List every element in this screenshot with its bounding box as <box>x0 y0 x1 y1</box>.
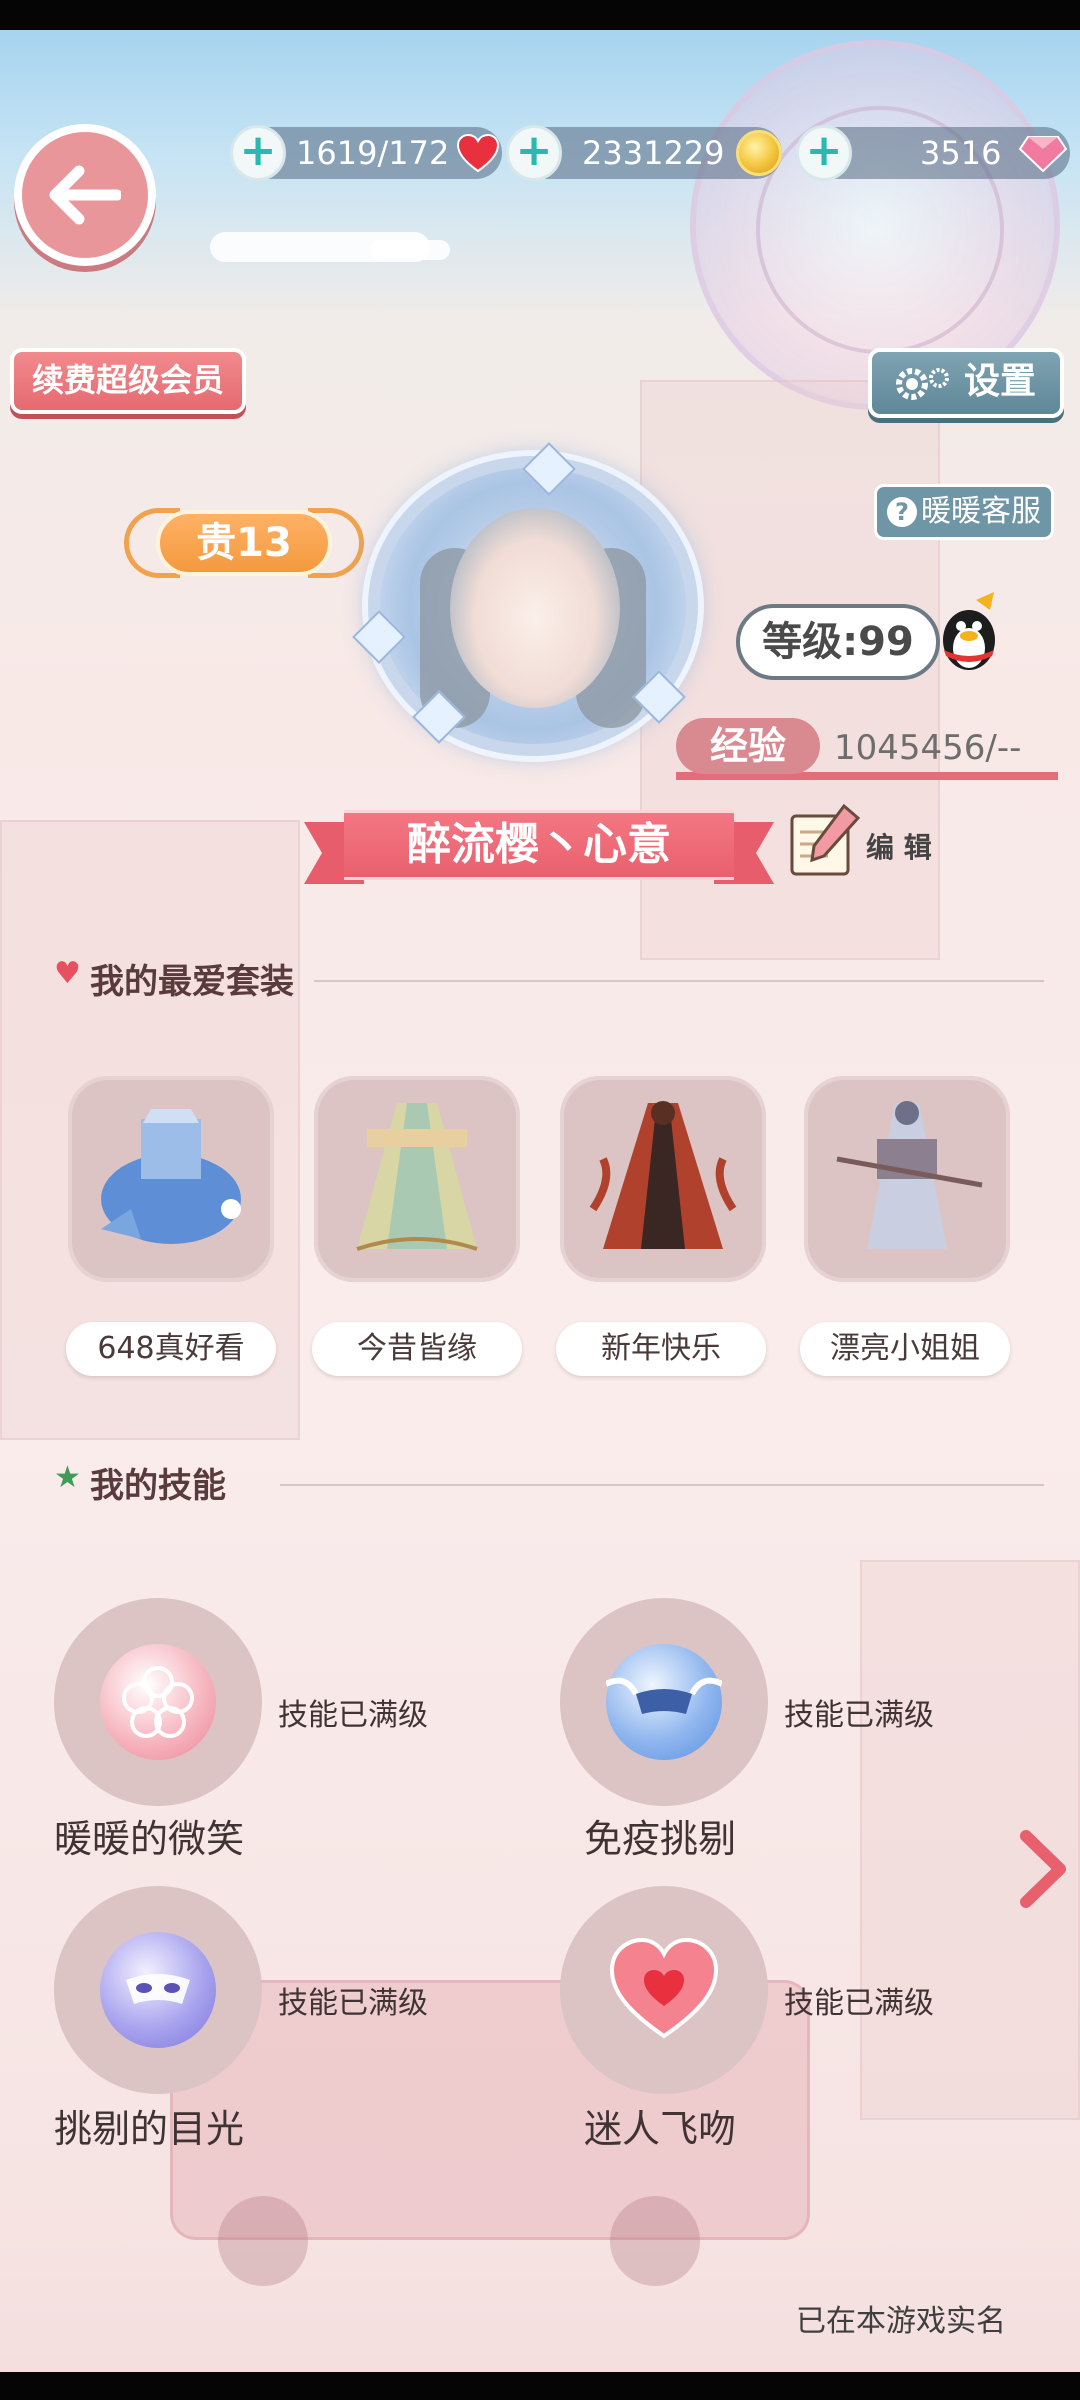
status-bar <box>0 0 1080 30</box>
heart-icon <box>609 1937 719 2039</box>
cherry-blossom-icon <box>100 1644 216 1760</box>
outfit-name-3[interactable]: 新年快乐 <box>556 1322 766 1376</box>
outfit-card-3[interactable] <box>560 1076 766 1282</box>
winged-mask-icon <box>604 1644 724 1760</box>
outfit-name-2[interactable]: 今昔皆缘 <box>312 1322 522 1376</box>
gold-counter: + 2331229 <box>506 125 782 181</box>
skill-name-3: 挑剔的目光 <box>54 2107 245 2151</box>
outfit-preview-icon <box>589 1101 737 1249</box>
flower-icon <box>122 1666 194 1738</box>
realname-verification-note: 已在本游戏实名 <box>796 2304 1006 2339</box>
outfit-card-4[interactable] <box>804 1076 1010 1282</box>
pencil-icon <box>790 803 861 876</box>
coin-icon <box>736 130 782 176</box>
gear-icon <box>896 368 949 400</box>
skill-status-4: 技能已满级 <box>784 1986 934 2021</box>
add-gold-button[interactable]: + <box>506 125 562 181</box>
skill-status-1: 技能已满级 <box>278 1698 428 1733</box>
favorites-title: 我的最爱套装 <box>90 962 294 1002</box>
background-bus-wheel <box>218 2196 308 2286</box>
question-icon: ? <box>887 497 917 527</box>
outfit-card-1[interactable] <box>68 1076 274 1282</box>
experience-value: 1045456/-- <box>834 728 1022 768</box>
outfit-preview-icon <box>101 1109 241 1244</box>
diamond-counter: + 3516 <box>796 125 1070 181</box>
outfit-name-1[interactable]: 648真好看 <box>66 1322 276 1376</box>
mask-icon <box>604 1677 724 1714</box>
vip-level-badge: 贵13 <box>124 500 364 586</box>
background-bus-wheel <box>610 2196 700 2286</box>
avatar-face <box>450 508 620 708</box>
customer-service-button[interactable]: ? 暖暖客服 <box>874 484 1054 540</box>
player-name: 醉流樱丶心意 <box>344 810 734 880</box>
edit-name-button[interactable]: 编 辑 <box>788 802 940 882</box>
outfit-card-2[interactable] <box>314 1076 520 1282</box>
player-level: 等级:99 <box>736 604 940 680</box>
skill-name-2: 免疫挑剔 <box>584 1817 737 1861</box>
star-icon: ★ <box>54 1460 81 1495</box>
chevron-right-icon[interactable] <box>1014 1824 1074 1914</box>
gold-value: 2331229 <box>582 134 725 172</box>
skill-status-2: 技能已满级 <box>784 1698 934 1733</box>
skill-name-1: 暖暖的微笑 <box>54 1817 245 1861</box>
skill-icon-4[interactable] <box>560 1886 768 2094</box>
settings-button[interactable]: 设置 <box>868 348 1064 418</box>
heart-icon <box>456 133 500 173</box>
diamond-value: 3516 <box>920 134 1002 172</box>
skill-icon-1[interactable] <box>54 1598 262 1806</box>
mask-icon <box>126 1974 190 2004</box>
skill-status-3: 技能已满级 <box>278 1986 428 2021</box>
avatar-crystal <box>352 610 406 664</box>
stamina-counter: + 1619/172 <box>230 125 502 181</box>
settings-label: 设置 <box>964 361 1037 402</box>
avatar[interactable] <box>352 442 698 756</box>
skill-name-4: 迷人飞吻 <box>584 2107 737 2151</box>
mask-eye-icon <box>100 1932 216 2048</box>
outfit-preview-icon <box>356 1103 478 1251</box>
back-button[interactable] <box>14 124 156 266</box>
add-stamina-button[interactable]: + <box>230 125 286 181</box>
heart-kiss-icon <box>606 1932 722 2048</box>
gem-icon <box>1018 136 1068 173</box>
outfit-preview-icon <box>836 1101 983 1249</box>
edit-label: 编 辑 <box>866 831 932 864</box>
stamina-value: 1619/172 <box>296 134 450 172</box>
vip-level-text: 贵13 <box>156 510 332 576</box>
penguin-icon[interactable] <box>934 590 1004 676</box>
navigation-bar <box>0 2372 1080 2400</box>
outfit-name-4[interactable]: 漂亮小姐姐 <box>800 1322 1010 1376</box>
player-name-ribbon: 醉流樱丶心意 <box>304 810 774 890</box>
avatar-crystal <box>522 442 576 496</box>
heart-icon: ♥ <box>54 956 81 991</box>
skills-section-header: ★ 我的技能 <box>54 1458 1044 1508</box>
profile-screen: + 1619/172 + 2331229 + 3516 续费超级会员 设置 ? … <box>0 0 1080 2400</box>
skills-title: 我的技能 <box>90 1466 226 1506</box>
add-diamond-button[interactable]: + <box>796 125 852 181</box>
section-divider <box>280 1484 1044 1486</box>
renew-vip-button[interactable]: 续费超级会员 <box>10 348 246 414</box>
experience-label: 经验 <box>676 718 820 774</box>
arrow-left-icon <box>49 165 121 225</box>
favorites-section-header: ♥ 我的最爱套装 <box>54 954 1044 1004</box>
background-cloud <box>370 240 450 260</box>
experience-bar: 经验 1045456/-- <box>676 718 1058 780</box>
section-divider <box>314 980 1044 982</box>
customer-service-label: 暖暖客服 <box>921 494 1041 529</box>
skill-icon-2[interactable] <box>560 1598 768 1806</box>
skill-icon-3[interactable] <box>54 1886 262 2094</box>
